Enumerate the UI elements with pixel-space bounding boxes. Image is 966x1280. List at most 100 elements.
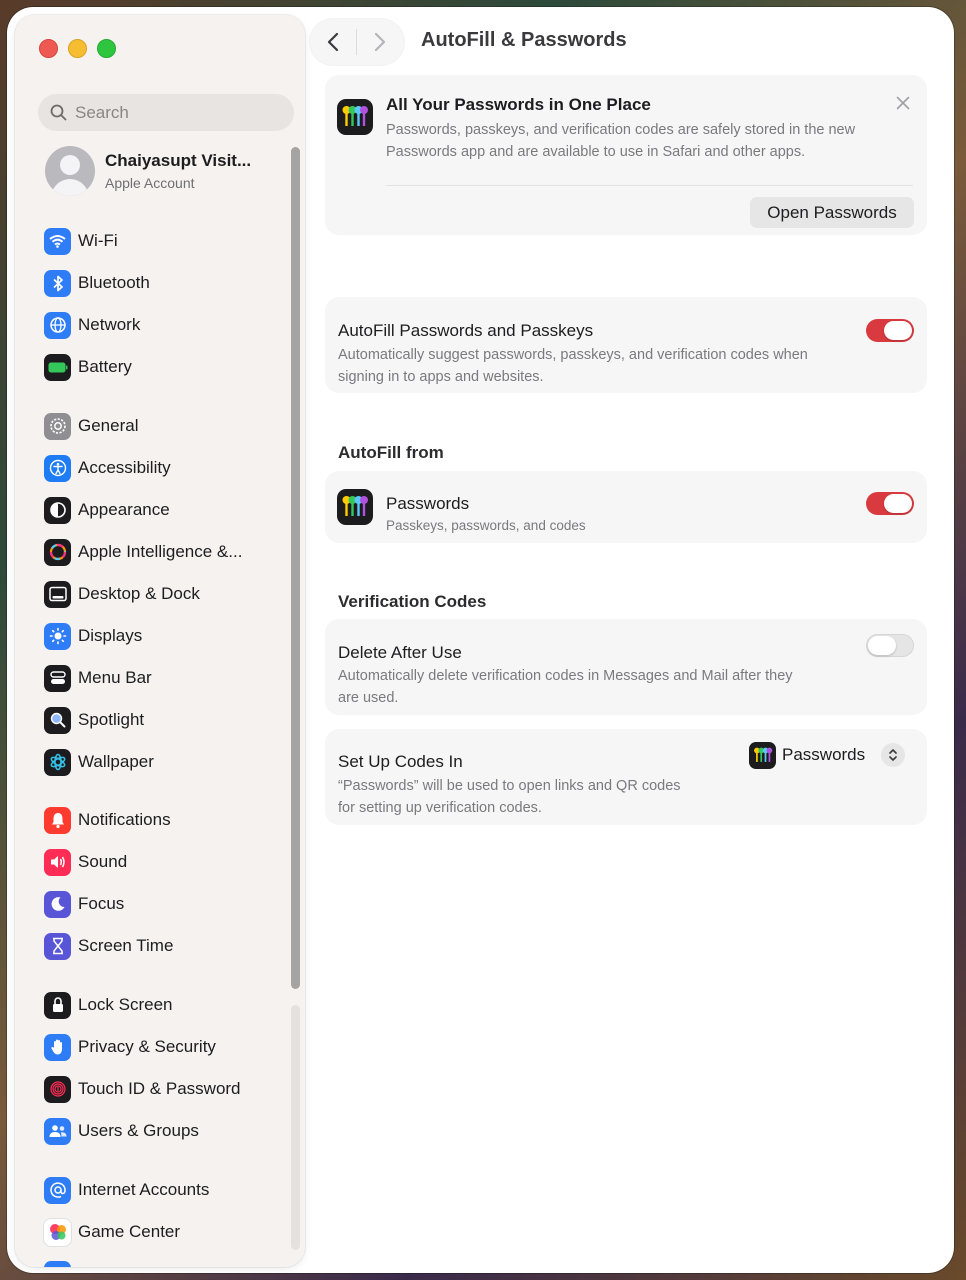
- sidebar-item-displays[interactable]: Displays: [44, 619, 284, 653]
- sidebar-item-wifi[interactable]: Wi-Fi: [44, 224, 284, 258]
- users-icon: [44, 1117, 71, 1145]
- chevron-updown-icon: [881, 743, 906, 767]
- sidebar-item-label: Internet Accounts: [78, 1180, 210, 1199]
- avatar: [45, 146, 95, 196]
- delete-after-use-description: Automatically delete verification codes …: [338, 668, 793, 706]
- back-button[interactable]: [310, 19, 356, 65]
- autofill-from-heading: AutoFill from: [338, 443, 444, 462]
- sidebar-item-bluetooth[interactable]: Bluetooth: [44, 266, 284, 300]
- sidebar-item-network[interactable]: Network: [44, 308, 284, 342]
- sidebar-item-sound[interactable]: Sound: [44, 845, 284, 879]
- sidebar-item-desktop-dock[interactable]: Desktop & Dock: [44, 577, 284, 611]
- sidebar-item-internet-accounts[interactable]: Internet Accounts: [44, 1173, 284, 1207]
- autofill-from-description: Passkeys, passwords, and codes: [386, 518, 586, 533]
- hand-icon: [44, 1033, 71, 1061]
- passwords-app-icon: [749, 741, 776, 769]
- banner-title: All Your Passwords in One Place: [386, 95, 651, 114]
- globe-icon: [44, 311, 71, 339]
- battery-icon: [44, 353, 71, 381]
- sidebar-item-wallpaper[interactable]: Wallpaper: [44, 745, 284, 779]
- sidebar-item-touch-id[interactable]: Touch ID & Password: [44, 1072, 284, 1106]
- cloud-icon: [44, 1260, 71, 1267]
- bluetooth-icon: [44, 269, 71, 297]
- sidebar-item-label: Menu Bar: [78, 668, 152, 687]
- sidebar-item-partial[interactable]: [44, 1257, 284, 1267]
- sidebar-item-game-center[interactable]: Game Center: [44, 1215, 284, 1249]
- apple-account-item[interactable]: Chaiyasupt Visit... Apple Account: [45, 146, 251, 196]
- sidebar-item-label: Spotlight: [78, 710, 145, 729]
- forward-button[interactable]: [357, 19, 403, 65]
- sidebar-item-label: Notifications: [78, 810, 171, 829]
- sidebar-item-accessibility[interactable]: Accessibility: [44, 451, 284, 485]
- chevron-left-icon: [327, 32, 339, 52]
- at-icon: [44, 1176, 71, 1204]
- account-subtitle: Apple Account: [105, 175, 195, 191]
- sidebar-item-label: Users & Groups: [78, 1121, 199, 1140]
- sidebar-item-screen-time[interactable]: Screen Time: [44, 929, 284, 963]
- sun-icon: [44, 622, 71, 650]
- sidebar-item-menu-bar[interactable]: Menu Bar: [44, 661, 284, 695]
- close-window-button[interactable]: [39, 39, 58, 58]
- sidebar-item-notifications[interactable]: Notifications: [44, 803, 284, 837]
- zoom-window-button[interactable]: [97, 39, 116, 58]
- lock-icon: [44, 991, 71, 1019]
- sidebar-item-label: Apple Intelligence &...: [78, 542, 243, 561]
- gear-icon: [44, 412, 71, 440]
- sidebar-item-battery[interactable]: Battery: [44, 350, 284, 384]
- delete-after-use-title: Delete After Use: [338, 643, 462, 662]
- sidebar-item-focus[interactable]: Focus: [44, 887, 284, 921]
- history-navigation: [310, 19, 404, 65]
- sidebar-item-label: Wi-Fi: [78, 231, 118, 250]
- menubar-icon: [44, 664, 71, 692]
- sidebar-item-general[interactable]: General: [44, 409, 284, 443]
- sidebar-item-label: Screen Time: [78, 936, 174, 955]
- set-up-codes-in-row: Set Up Codes In “Passwords” will be used…: [325, 729, 927, 825]
- flower-icon: [44, 748, 71, 776]
- sidebar-scrollbar-thumb[interactable]: [291, 147, 300, 989]
- set-up-codes-popup[interactable]: Passwords: [749, 741, 906, 769]
- sidebar-item-users-groups[interactable]: Users & Groups: [44, 1114, 284, 1148]
- page-title: AutoFill & Passwords: [421, 29, 627, 51]
- open-passwords-button[interactable]: Open Passwords: [750, 197, 914, 228]
- window-controls: [39, 39, 116, 58]
- sidebar-item-lock-screen[interactable]: Lock Screen: [44, 988, 284, 1022]
- speaker-icon: [44, 848, 71, 876]
- autofill-from-passwords-toggle[interactable]: [866, 492, 914, 515]
- verification-codes-heading: Verification Codes: [338, 592, 487, 611]
- sidebar-item-appearance[interactable]: Appearance: [44, 493, 284, 527]
- game-center-icon: [44, 1218, 71, 1246]
- sidebar-item-privacy-security[interactable]: Privacy & Security: [44, 1030, 284, 1064]
- wifi-icon: [44, 227, 71, 255]
- apple-intelligence-icon: [44, 538, 71, 566]
- sidebar-item-label: Touch ID & Password: [78, 1079, 241, 1098]
- dock-icon: [44, 580, 71, 608]
- minimize-window-button[interactable]: [68, 39, 87, 58]
- banner-description: Passwords, passkeys, and verification co…: [386, 122, 856, 160]
- autofill-title: AutoFill Passwords and Passkeys: [338, 321, 594, 340]
- fingerprint-icon: [44, 1075, 71, 1103]
- accessibility-icon: [44, 454, 71, 482]
- sidebar-item-label: General: [78, 416, 139, 435]
- autofill-from-passwords-row: Passwords Passkeys, passwords, and codes: [325, 471, 927, 543]
- sidebar-item-label: Sound: [78, 852, 128, 871]
- set-up-codes-title: Set Up Codes In: [338, 752, 463, 771]
- sidebar-item-label: Privacy & Security: [78, 1037, 216, 1056]
- sidebar-item-label: Appearance: [78, 500, 170, 519]
- passwords-app-banner: All Your Passwords in One Place Password…: [325, 75, 927, 235]
- delete-after-use-toggle[interactable]: [866, 634, 914, 657]
- sidebar-item-label: Wallpaper: [78, 752, 154, 771]
- sidebar-item-spotlight[interactable]: Spotlight: [44, 703, 284, 737]
- sidebar-item-label: Focus: [78, 894, 125, 913]
- sidebar-item-label: Accessibility: [78, 458, 171, 477]
- sidebar-item-apple-intelligence[interactable]: Apple Intelligence &...: [44, 535, 284, 569]
- sidebar-item-label: Bluetooth: [78, 273, 150, 292]
- sidebar-scrollbar-track[interactable]: [291, 1005, 300, 1250]
- autofill-toggle[interactable]: [866, 319, 914, 342]
- spotlight-icon: [44, 706, 71, 734]
- sidebar-item-label: Battery: [78, 357, 132, 376]
- close-icon[interactable]: [896, 96, 910, 110]
- search-input[interactable]: Search: [38, 94, 294, 131]
- passwords-app-icon: [337, 99, 373, 135]
- appearance-icon: [44, 496, 71, 524]
- sidebar-item-label: Network: [78, 315, 141, 334]
